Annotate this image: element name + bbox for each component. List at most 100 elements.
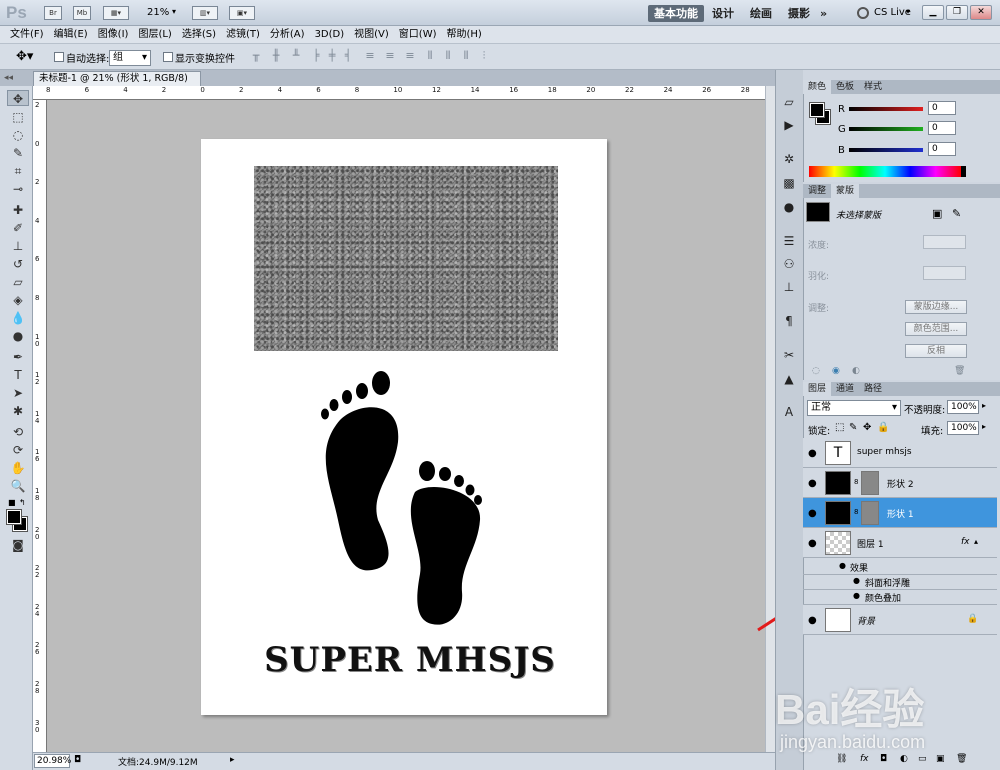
menu-layer[interactable]: 图层(L): [138, 26, 171, 44]
align-hcenter-icon[interactable]: ╪: [324, 49, 340, 63]
fill-field[interactable]: 100%: [947, 421, 979, 435]
spectrum-black-swatch[interactable]: [961, 166, 966, 177]
auto-align-icon[interactable]: ⫶: [476, 49, 492, 63]
eraser-tool-icon[interactable]: ▱: [10, 274, 26, 290]
layer-row-text[interactable]: ● T super mhsjs: [803, 438, 997, 468]
color-fg-swatch[interactable]: [809, 102, 825, 118]
distribute-vcenter-icon[interactable]: ≡: [382, 49, 398, 63]
tab-styles[interactable]: 样式: [859, 80, 887, 94]
document-tab[interactable]: 未标题-1 @ 21% (形状 1, RGB/8) *✕: [33, 71, 201, 98]
zoom-level[interactable]: 21%: [147, 7, 169, 18]
opacity-field[interactable]: 100%: [947, 400, 979, 414]
load-selection-icon[interactable]: ◌: [812, 366, 820, 376]
clone-source-panel-icon[interactable]: ⚇: [779, 255, 799, 273]
layer-row-shape-2[interactable]: ● 8 形状 2: [803, 468, 997, 498]
color-spectrum-bar[interactable]: [809, 166, 961, 177]
lock-transparency-icon[interactable]: ⬚: [835, 422, 844, 433]
align-right-icon[interactable]: ╡: [340, 49, 356, 63]
blend-mode-dropdown[interactable]: 正常 ▾: [807, 400, 901, 416]
zoom-tool-icon[interactable]: 🔍: [10, 478, 26, 494]
swap-colors-icon[interactable]: ↰: [19, 498, 26, 507]
quick-mask-icon[interactable]: ◙: [10, 537, 26, 553]
path-select-tool-icon[interactable]: ➤: [10, 385, 26, 401]
move-tool-icon[interactable]: ✥: [7, 90, 29, 106]
workspace-photography[interactable]: 摄影: [782, 5, 816, 22]
auto-select-checkbox[interactable]: [54, 52, 64, 62]
workspace-design[interactable]: 设计: [706, 5, 740, 22]
view-extras-icon[interactable]: ▦▾: [103, 6, 129, 20]
menu-view[interactable]: 视图(V): [354, 26, 389, 44]
blur-tool-icon[interactable]: 💧: [10, 310, 26, 326]
status-preview-icon[interactable]: ◘: [74, 755, 81, 765]
menu-3d[interactable]: 3D(D): [315, 26, 345, 44]
clone-stamp-tool-icon[interactable]: ⊥: [10, 238, 26, 254]
toggle-mask-icon[interactable]: ◐: [852, 366, 860, 376]
menu-select[interactable]: 选择(S): [182, 26, 216, 44]
default-colors-icon[interactable]: ■: [8, 498, 16, 507]
new-group-icon[interactable]: ▭: [918, 754, 927, 764]
workspace-painting[interactable]: 绘画: [744, 5, 778, 22]
menu-edit[interactable]: 编辑(E): [54, 26, 88, 44]
add-mask-icon[interactable]: ◘: [880, 754, 887, 764]
tab-channels[interactable]: 通道: [831, 382, 859, 396]
workspace-essentials[interactable]: 基本功能: [648, 5, 704, 22]
distribute-bottom-icon[interactable]: ≡: [402, 49, 418, 63]
mini-bridge-icon[interactable]: Mb: [73, 6, 91, 20]
align-left-icon[interactable]: ╞: [308, 49, 324, 63]
distribute-left-icon[interactable]: ⦀: [422, 49, 438, 63]
distribute-top-icon[interactable]: ≡: [362, 49, 378, 63]
foreground-color-swatch[interactable]: [6, 509, 22, 525]
lock-all-icon[interactable]: 🔒: [877, 422, 889, 433]
restore-button[interactable]: ❐: [946, 5, 968, 20]
link-layers-icon[interactable]: ⛓: [836, 754, 847, 764]
3d-rotate-tool-icon[interactable]: ⟲: [10, 424, 26, 440]
tab-paths[interactable]: 路径: [859, 382, 887, 396]
menu-file[interactable]: 文件(F): [10, 26, 44, 44]
delete-layer-icon[interactable]: 🗑: [956, 754, 967, 764]
distribute-right-icon[interactable]: ⦀: [458, 49, 474, 63]
apply-mask-icon[interactable]: ◉: [832, 366, 840, 376]
dodge-tool-icon[interactable]: ●: [10, 328, 26, 344]
info-panel-icon[interactable]: ●: [779, 198, 799, 216]
add-style-icon[interactable]: fx: [860, 754, 869, 764]
eyedropper-tool-icon[interactable]: ⊸: [10, 181, 26, 197]
effect-bevel-row[interactable]: ● 斜面和浮雕: [803, 575, 997, 590]
show-transform-checkbox[interactable]: [163, 52, 173, 62]
channel-r-slider[interactable]: [849, 107, 923, 111]
marquee-tool-icon[interactable]: ⬚: [10, 109, 26, 125]
feather-field[interactable]: [923, 266, 966, 280]
align-top-icon[interactable]: ╥: [248, 49, 264, 63]
layer-row-layer-1[interactable]: ● 图层 1 fx ▴: [803, 528, 997, 558]
auto-select-dropdown[interactable]: 组 ▾: [109, 50, 151, 66]
opacity-arrow-icon[interactable]: ▸: [982, 401, 986, 410]
brushes-panel-icon[interactable]: ☰: [779, 232, 799, 250]
layer-row-background[interactable]: ● 背景 🔒: [803, 605, 997, 635]
visibility-eye-icon[interactable]: ●: [808, 508, 817, 519]
delete-mask-icon[interactable]: 🗑: [954, 366, 965, 376]
healing-brush-tool-icon[interactable]: ✚: [10, 202, 26, 218]
pixel-mask-icon[interactable]: ▣: [932, 207, 942, 220]
tab-swatches[interactable]: 色板: [831, 80, 859, 94]
history-panel-icon[interactable]: ⏥: [779, 93, 799, 111]
color-range-button[interactable]: 颜色范围...: [905, 322, 967, 336]
fx-collapse-icon[interactable]: ▴: [974, 537, 978, 546]
status-zoom-field[interactable]: 20.98%: [34, 754, 71, 768]
status-menu-arrow-icon[interactable]: ▸: [230, 755, 235, 765]
actions-panel-icon[interactable]: ▶: [779, 116, 799, 134]
layer-row-shape-1[interactable]: ● 8 形状 1: [803, 498, 997, 528]
visibility-eye-icon[interactable]: ●: [808, 538, 817, 549]
cs-live-icon[interactable]: [857, 7, 869, 19]
visibility-eye-icon[interactable]: ●: [808, 448, 817, 459]
screen-mode-icon[interactable]: ▣▾: [229, 6, 255, 20]
menu-window[interactable]: 窗口(W): [399, 26, 437, 44]
history-brush-tool-icon[interactable]: ↺: [10, 256, 26, 272]
align-vcenter-icon[interactable]: ╫: [268, 49, 284, 63]
effects-eye-icon[interactable]: ●: [839, 561, 846, 570]
cs-live-chevron-down-icon[interactable]: ▾: [906, 7, 910, 16]
type-tool-icon[interactable]: T: [10, 367, 26, 383]
tab-color[interactable]: 颜色: [803, 80, 832, 94]
styles-panel-icon[interactable]: ✲: [779, 150, 799, 168]
lasso-tool-icon[interactable]: ◌: [10, 127, 26, 143]
tab-layers[interactable]: 图层: [803, 382, 832, 396]
invert-button[interactable]: 反相: [905, 344, 967, 358]
